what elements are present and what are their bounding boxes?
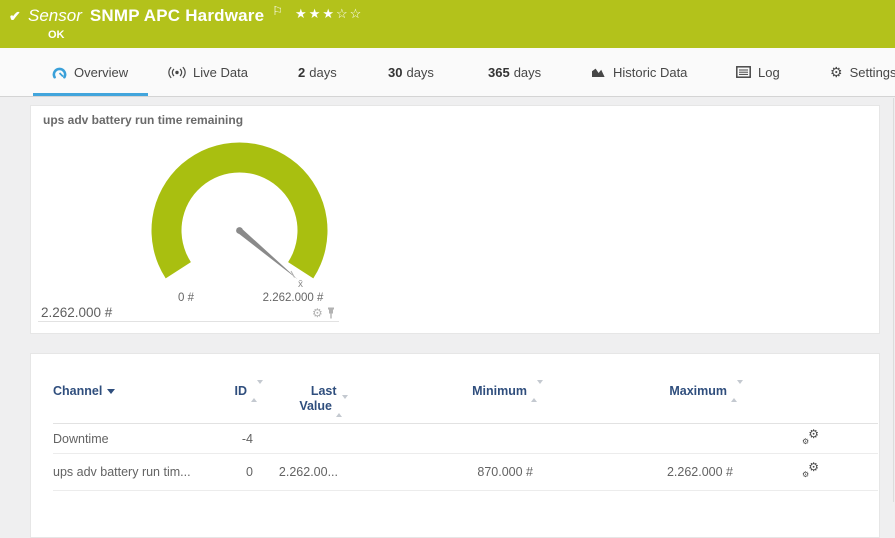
- log-icon: [736, 66, 751, 78]
- sort-active-icon: [107, 389, 115, 394]
- object-type-label: Sensor: [28, 6, 82, 26]
- tab-number: 2: [298, 65, 305, 80]
- overview-gauge-panel: ups adv battery run time remaining x̄ 0 …: [30, 105, 880, 334]
- tab-label: days: [406, 65, 433, 80]
- gauge-needle-hub: [236, 227, 243, 234]
- page-title: SNMP APC Hardware: [90, 6, 264, 26]
- channel-last-value: [263, 424, 348, 454]
- column-label: Minimum: [472, 384, 527, 398]
- sort-arrows-icon: [731, 384, 743, 399]
- channel-minimum: 870.000 #: [348, 454, 543, 491]
- tab-label: Live Data: [193, 65, 248, 80]
- status-ok-check-icon: ✔: [9, 8, 21, 25]
- tab-settings[interactable]: ⚙ Settings: [830, 48, 895, 96]
- live-data-icon: [168, 66, 186, 79]
- active-tab-indicator: [33, 93, 148, 96]
- stars-empty[interactable]: ☆☆: [336, 6, 363, 21]
- sort-arrows-icon: [531, 384, 543, 399]
- channel-name: Downtime: [53, 424, 223, 454]
- content-area: ups adv battery run time remaining x̄ 0 …: [0, 98, 895, 502]
- channel-minimum: [348, 424, 543, 454]
- sort-arrows-icon: [251, 384, 263, 399]
- gauge-min-label: 0 #: [161, 292, 211, 304]
- tab-overview[interactable]: Overview: [52, 48, 128, 96]
- content-right-border: [893, 98, 894, 502]
- column-label: ID: [235, 384, 248, 398]
- tab-label: days: [514, 65, 541, 80]
- stars-filled[interactable]: ★★★: [295, 6, 336, 21]
- gauge-settings-gear-icon[interactable]: ⚙: [312, 307, 323, 319]
- tab-number: 30: [388, 65, 402, 80]
- tab-number: 365: [488, 65, 510, 80]
- channel-maximum: [543, 424, 743, 454]
- table-row-battery-runtime[interactable]: ups adv battery run tim... 0 2.262.00...…: [53, 454, 878, 491]
- tab-365-days[interactable]: 365 days: [488, 48, 541, 96]
- column-header-maximum[interactable]: Maximum: [543, 354, 743, 424]
- column-label: Value: [299, 399, 332, 413]
- gauge-current-value: 2.262.000 #: [41, 305, 112, 320]
- column-header-channel[interactable]: Channel: [53, 354, 223, 424]
- gauge-max-label: 2.262.000 #: [243, 292, 343, 304]
- gauge-needle: [238, 228, 298, 279]
- column-label: Channel: [53, 384, 102, 398]
- mean-marker-label: x̄: [298, 279, 303, 290]
- tab-label: Overview: [74, 65, 128, 80]
- gauge-pin-icon[interactable]: [327, 307, 335, 319]
- edit-channel-gears-icon[interactable]: ⚙ ⚙: [802, 430, 819, 445]
- tab-label: Historic Data: [613, 65, 687, 80]
- channel-name: ups adv battery run tim...: [53, 454, 223, 491]
- column-header-edit: [743, 354, 878, 424]
- sort-arrows-icon: [336, 399, 348, 414]
- channel-maximum: 2.262.000 #: [543, 454, 743, 491]
- tab-2-days[interactable]: 2 days: [298, 48, 337, 96]
- table-row-downtime[interactable]: Downtime -4 ⚙ ⚙: [53, 424, 878, 454]
- priority-stars[interactable]: ★★★☆☆: [295, 6, 363, 22]
- tab-label: Log: [758, 65, 780, 80]
- sensor-header: ✔ Sensor SNMP APC Hardware ⚐ ★★★☆☆ OK: [0, 0, 895, 48]
- table-header-row: Channel ID Last Value Minimum: [53, 354, 878, 424]
- tab-live-data[interactable]: Live Data: [168, 48, 248, 96]
- tab-bar: Overview Live Data 2 days 30 days 365 da…: [0, 48, 895, 97]
- channel-id: 0: [223, 454, 263, 491]
- column-header-last-value[interactable]: Last Value: [263, 354, 348, 424]
- column-header-id[interactable]: ID: [223, 354, 263, 424]
- gauge-icon: [52, 66, 67, 79]
- edit-channel-gears-icon[interactable]: ⚙ ⚙: [802, 463, 819, 478]
- tab-label: days: [309, 65, 336, 80]
- channel-table: Channel ID Last Value Minimum: [53, 354, 878, 491]
- channel-table-panel: Channel ID Last Value Minimum: [30, 353, 880, 538]
- gauge-arc: [151, 142, 327, 278]
- historic-data-icon: [591, 66, 606, 78]
- status-badge: OK: [48, 29, 65, 41]
- gear-icon: ⚙: [830, 65, 843, 79]
- tab-label: Settings: [850, 65, 895, 80]
- tab-log[interactable]: Log: [736, 48, 780, 96]
- column-label: Last: [311, 384, 337, 398]
- channel-id: -4: [223, 424, 263, 454]
- tab-historic-data[interactable]: Historic Data: [591, 48, 687, 96]
- tab-30-days[interactable]: 30 days: [388, 48, 434, 96]
- battery-runtime-gauge: x̄: [31, 106, 881, 335]
- channel-last-value: 2.262.00...: [263, 454, 348, 491]
- column-header-minimum[interactable]: Minimum: [348, 354, 543, 424]
- priority-flag-icon[interactable]: ⚐: [272, 4, 283, 18]
- gauge-footer-divider: [38, 321, 339, 322]
- column-label: Maximum: [669, 384, 727, 398]
